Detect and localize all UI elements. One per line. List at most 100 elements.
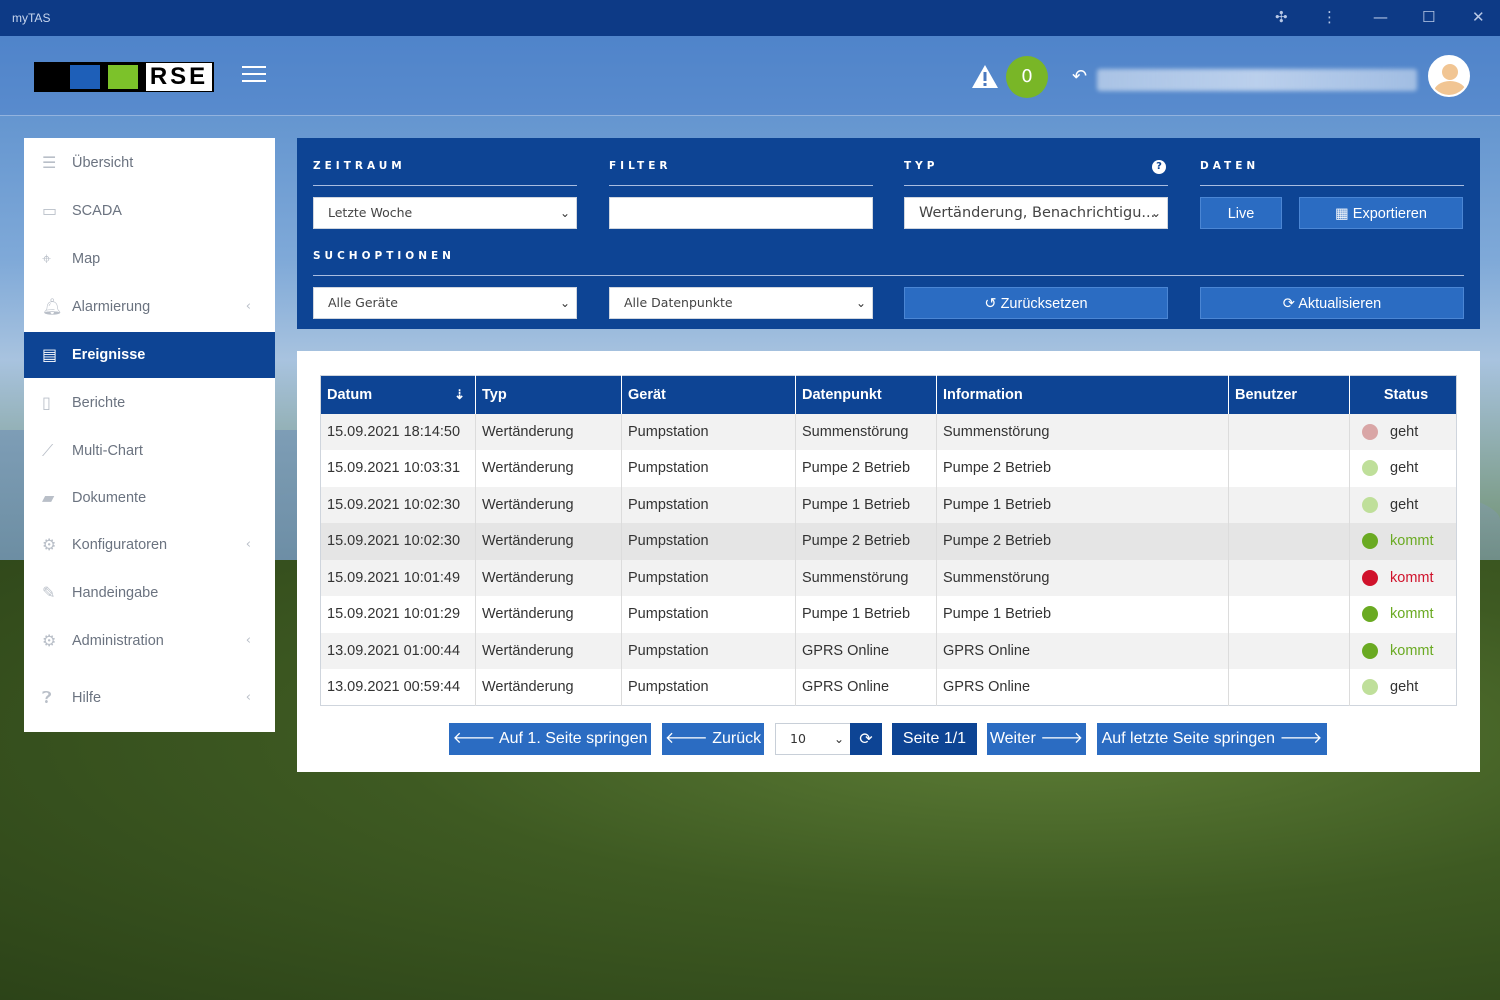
sidebar-item-berichte[interactable]: ▯ Berichte xyxy=(24,380,275,426)
reply-icon[interactable]: ↶ xyxy=(1072,66,1087,87)
daten-label: DATEN xyxy=(1200,160,1260,172)
sidebar-item-ereignisse[interactable]: ▤ Ereignisse xyxy=(24,332,275,378)
puzzle-icon[interactable]: ✣ xyxy=(1275,8,1288,26)
sidebar-item-alarmierung[interactable]: 🔔︎ Alarmierung ‹ xyxy=(24,284,275,330)
page-size-select[interactable]: 10 ⌄ xyxy=(775,723,851,755)
reset-button[interactable]: ↺ Zurücksetzen xyxy=(904,287,1168,319)
divider xyxy=(313,275,1464,276)
cell-benutzer xyxy=(1228,486,1350,523)
previous-page-button[interactable]: 🡐︎ Zurück xyxy=(662,723,764,755)
cell-datum: 15.09.2021 10:02:30 xyxy=(320,523,476,560)
sidebar-item-scada[interactable]: ▭ SCADA xyxy=(24,188,275,234)
cell-typ: Wertänderung xyxy=(475,596,622,633)
sidebar-item-label: Konfiguratoren xyxy=(72,537,168,553)
chevron-down-icon: ⌄ xyxy=(559,206,570,220)
cell-typ: Wertänderung xyxy=(475,413,622,450)
column-header-information[interactable]: Information xyxy=(936,375,1229,414)
datenpunkte-select-value: Alle Datenpunkte xyxy=(624,295,733,310)
bell-icon: 🔔︎ xyxy=(42,297,63,316)
last-page-label: Auf letzte Seite springen xyxy=(1101,730,1276,747)
sidebar-item-label: Ereignisse xyxy=(72,347,146,363)
datenpunkte-select[interactable]: Alle Datenpunkte ⌄ xyxy=(609,287,873,319)
app-header: RSE 0 ↶ xyxy=(0,36,1500,116)
gears-icon: ⚙ xyxy=(42,535,57,554)
status-text: kommt xyxy=(1390,533,1434,550)
avatar[interactable] xyxy=(1428,55,1470,97)
column-header-benutzer[interactable]: Benutzer xyxy=(1228,375,1350,414)
cell-geraet: Pumpstation xyxy=(621,632,796,669)
table-row[interactable]: 13.09.2021 00:59:44 Wertänderung Pumpstati… xyxy=(320,669,1457,706)
arrow-left-icon: 🡐︎ xyxy=(452,730,496,747)
page-refresh-button[interactable]: ⟳ xyxy=(850,723,882,755)
column-header-label: Gerät xyxy=(628,386,666,403)
column-header-typ[interactable]: Typ xyxy=(475,375,622,414)
help-icon[interactable]: ? xyxy=(1152,160,1166,174)
column-header-label: Typ xyxy=(482,386,507,403)
chevron-left-icon: ‹ xyxy=(245,299,251,314)
status-text: geht xyxy=(1390,423,1419,440)
next-page-label: Weiter xyxy=(989,730,1036,747)
sort-descending-icon[interactable]: ⇣ xyxy=(454,387,465,403)
column-header-datenpunkt[interactable]: Datenpunkt xyxy=(795,375,937,414)
sidebar-item-handeingabe[interactable]: ✎ Handeingabe xyxy=(24,570,275,616)
sidebar-item-label: Administration xyxy=(72,633,164,649)
table-row[interactable]: 15.09.2021 18:14:50 Wertänderung Pumpstati… xyxy=(320,413,1457,450)
table-row[interactable]: 13.09.2021 01:00:44 Wertänderung Pumpstati… xyxy=(320,632,1457,669)
first-page-button[interactable]: 🡐︎ Auf 1. Seite springen xyxy=(449,723,651,755)
logo-text: RSE xyxy=(146,63,212,91)
table-row[interactable]: 15.09.2021 10:03:31 Wertänderung Pumpstati… xyxy=(320,450,1457,487)
chevron-left-icon: ‹ xyxy=(245,633,251,648)
menu-toggle-icon[interactable] xyxy=(242,66,266,84)
zeitraum-select[interactable]: Letzte Woche ⌄ xyxy=(313,197,577,229)
warning-icon[interactable] xyxy=(971,64,999,90)
column-header-geraet[interactable]: Gerät xyxy=(621,375,796,414)
table-row[interactable]: 15.09.2021 10:01:49 Wertänderung Pumpstati… xyxy=(320,559,1457,596)
last-page-button[interactable]: Auf letzte Seite springen 🡒︎ xyxy=(1097,723,1327,755)
cell-datenpunkt: Summenstörung xyxy=(795,413,937,450)
sidebar-item-hilfe[interactable]: ❓︎ Hilfe ‹ xyxy=(24,675,275,721)
logo-segment-black xyxy=(37,65,67,89)
zeitraum-label: ZEITRAUM xyxy=(313,160,406,172)
table-row[interactable]: 15.09.2021 10:02:30 Wertänderung Pumpstati… xyxy=(320,523,1457,560)
map-pin-icon: ⌖ xyxy=(42,249,52,268)
table-row[interactable]: 15.09.2021 10:02:30 Wertänderung Pumpstati… xyxy=(320,486,1457,523)
column-header-datum[interactable]: Datum ⇣ xyxy=(320,375,476,414)
sidebar-item-multi-chart[interactable]: ⟋ Multi-Chart xyxy=(24,428,275,474)
list-icon: ☰ xyxy=(42,153,57,172)
column-header-status[interactable]: Status xyxy=(1349,375,1457,414)
cell-information: GPRS Online xyxy=(936,669,1229,706)
export-button[interactable]: ▦ Exportieren xyxy=(1299,197,1463,229)
refresh-button[interactable]: ⟳ Aktualisieren xyxy=(1200,287,1464,319)
cell-datenpunkt: Pumpe 2 Betrieb xyxy=(795,523,937,560)
sidebar-item-administration[interactable]: ⚙ Administration ‹ xyxy=(24,618,275,664)
cell-status: geht xyxy=(1349,413,1457,450)
cell-datum: 15.09.2021 10:03:31 xyxy=(320,450,476,487)
cell-datum: 15.09.2021 10:02:30 xyxy=(320,486,476,523)
events-table: Datum ⇣ Typ Gerät Datenpunkt Information… xyxy=(320,375,1457,706)
filter-input[interactable] xyxy=(609,197,873,229)
alarm-count-badge[interactable]: 0 xyxy=(1006,56,1048,98)
sidebar-item-dokumente[interactable]: ▰ Dokumente xyxy=(24,475,275,521)
sidebar-item-map[interactable]: ⌖ Map xyxy=(24,236,275,282)
chevron-down-icon: ⌄ xyxy=(559,296,570,310)
next-page-button[interactable]: Weiter 🡒︎ xyxy=(987,723,1086,755)
window-title: myTAS xyxy=(12,11,51,25)
sidebar-item-konfiguratoren[interactable]: ⚙ Konfiguratoren ‹ xyxy=(24,522,275,568)
chevron-left-icon: ‹ xyxy=(245,690,251,705)
cell-status: geht xyxy=(1349,450,1457,487)
typ-multiselect[interactable]: Wertänderung, Benachrichtigu... ⌄ xyxy=(904,197,1168,229)
maximize-icon[interactable]: ☐ xyxy=(1422,8,1435,26)
close-icon[interactable]: ✕ xyxy=(1472,8,1485,26)
cell-datum: 15.09.2021 10:01:49 xyxy=(320,559,476,596)
status-text: geht xyxy=(1390,460,1419,477)
sidebar: ☰ Übersicht ▭ SCADA ⌖ Map 🔔︎ Alarmierung… xyxy=(24,138,275,732)
live-button[interactable]: Live xyxy=(1200,197,1282,229)
sidebar-item-uebersicht[interactable]: ☰ Übersicht xyxy=(24,140,275,186)
geraete-select[interactable]: Alle Geräte ⌄ xyxy=(313,287,577,319)
cell-datenpunkt: Pumpe 1 Betrieb xyxy=(795,596,937,633)
more-options-icon[interactable]: ⋮ xyxy=(1322,8,1337,26)
status-text: kommt xyxy=(1390,569,1434,586)
minimize-icon[interactable]: — xyxy=(1373,8,1388,26)
table-row[interactable]: 15.09.2021 10:01:29 Wertänderung Pumpstati… xyxy=(320,596,1457,633)
column-header-label: Status xyxy=(1383,386,1429,403)
